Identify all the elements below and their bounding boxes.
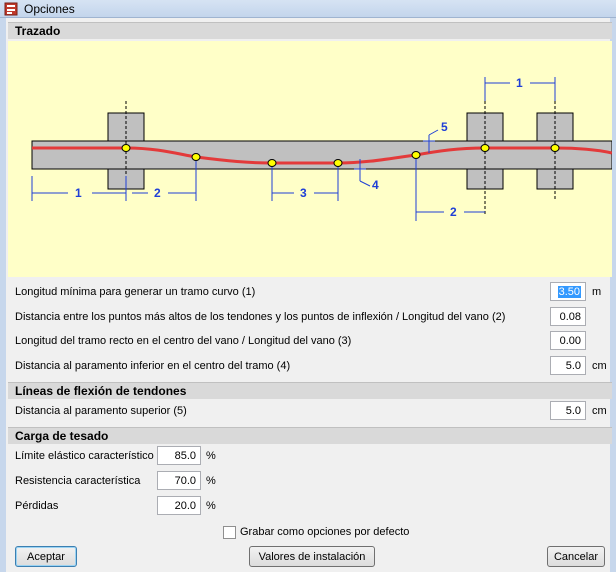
straight-length-input[interactable]: 0.00 [550,331,586,350]
section-header-trazado: Trazado [8,22,612,39]
tendon-node [411,151,421,159]
save-default-checkbox[interactable] [223,526,236,539]
tendon-node [267,159,277,167]
section-header-tesado: Carga de tesado [8,427,612,444]
upper-face-distance-input[interactable]: 5.0 [550,401,586,420]
losses-label: Pérdidas [15,500,59,512]
min-length-label: Longitud mínima para generar un tramo cu… [15,286,256,298]
lower-face-distance-input[interactable]: 5.0 [550,356,586,375]
elastic-limit-label: Límite elástico característico [15,450,154,462]
lower-face-distance-label: Distancia al paramento inferior en el ce… [15,360,291,372]
upper-face-distance-label: Distancia al paramento superior (5) [15,405,187,417]
losses-unit: % [206,500,216,512]
inflection-distance-label: Distancia entre los puntos más altos de … [15,311,506,323]
strength-input[interactable]: 70.0 [157,471,201,490]
inflection-distance-input[interactable]: 0.08 [550,307,586,326]
strength-label: Resistencia característica [15,475,141,487]
min-length-input[interactable]: 3.50 [550,282,586,301]
dim-label: 4 [372,178,379,192]
app-icon [4,2,18,16]
tendon-node [550,144,560,152]
tendon-node [333,159,343,167]
tendon-node [121,144,131,152]
strength-unit: % [206,475,216,487]
trazado-diagram: 1 2 3 4 5 2 1 [8,41,612,277]
beam-slab [31,140,612,170]
dim-label: 5 [441,120,448,134]
title-bar: Opciones [0,0,616,18]
accept-button[interactable]: Aceptar [15,546,77,567]
dim-label: 2 [154,186,161,200]
save-default-label[interactable]: Grabar como opciones por defecto [240,526,409,538]
tendon-node [191,153,201,161]
dim-label: 2 [450,205,457,219]
elastic-limit-unit: % [206,450,216,462]
tendon-node [480,144,490,152]
elastic-limit-input[interactable]: 85.0 [157,446,201,465]
window-title: Opciones [24,2,75,16]
dim-label: 1 [516,76,523,90]
min-length-unit: m [592,286,602,298]
dim-label: 1 [75,186,82,200]
dim-label: 3 [300,186,307,200]
lower-face-distance-unit: cm [592,360,607,372]
upper-face-distance-unit: cm [592,405,607,417]
losses-input[interactable]: 20.0 [157,496,201,515]
cancel-button[interactable]: Cancelar [547,546,605,567]
section-header-flexion: Líneas de flexión de tendones [8,382,612,399]
install-values-button[interactable]: Valores de instalación [249,546,375,567]
straight-length-label: Longitud del tramo recto en el centro de… [15,335,352,347]
